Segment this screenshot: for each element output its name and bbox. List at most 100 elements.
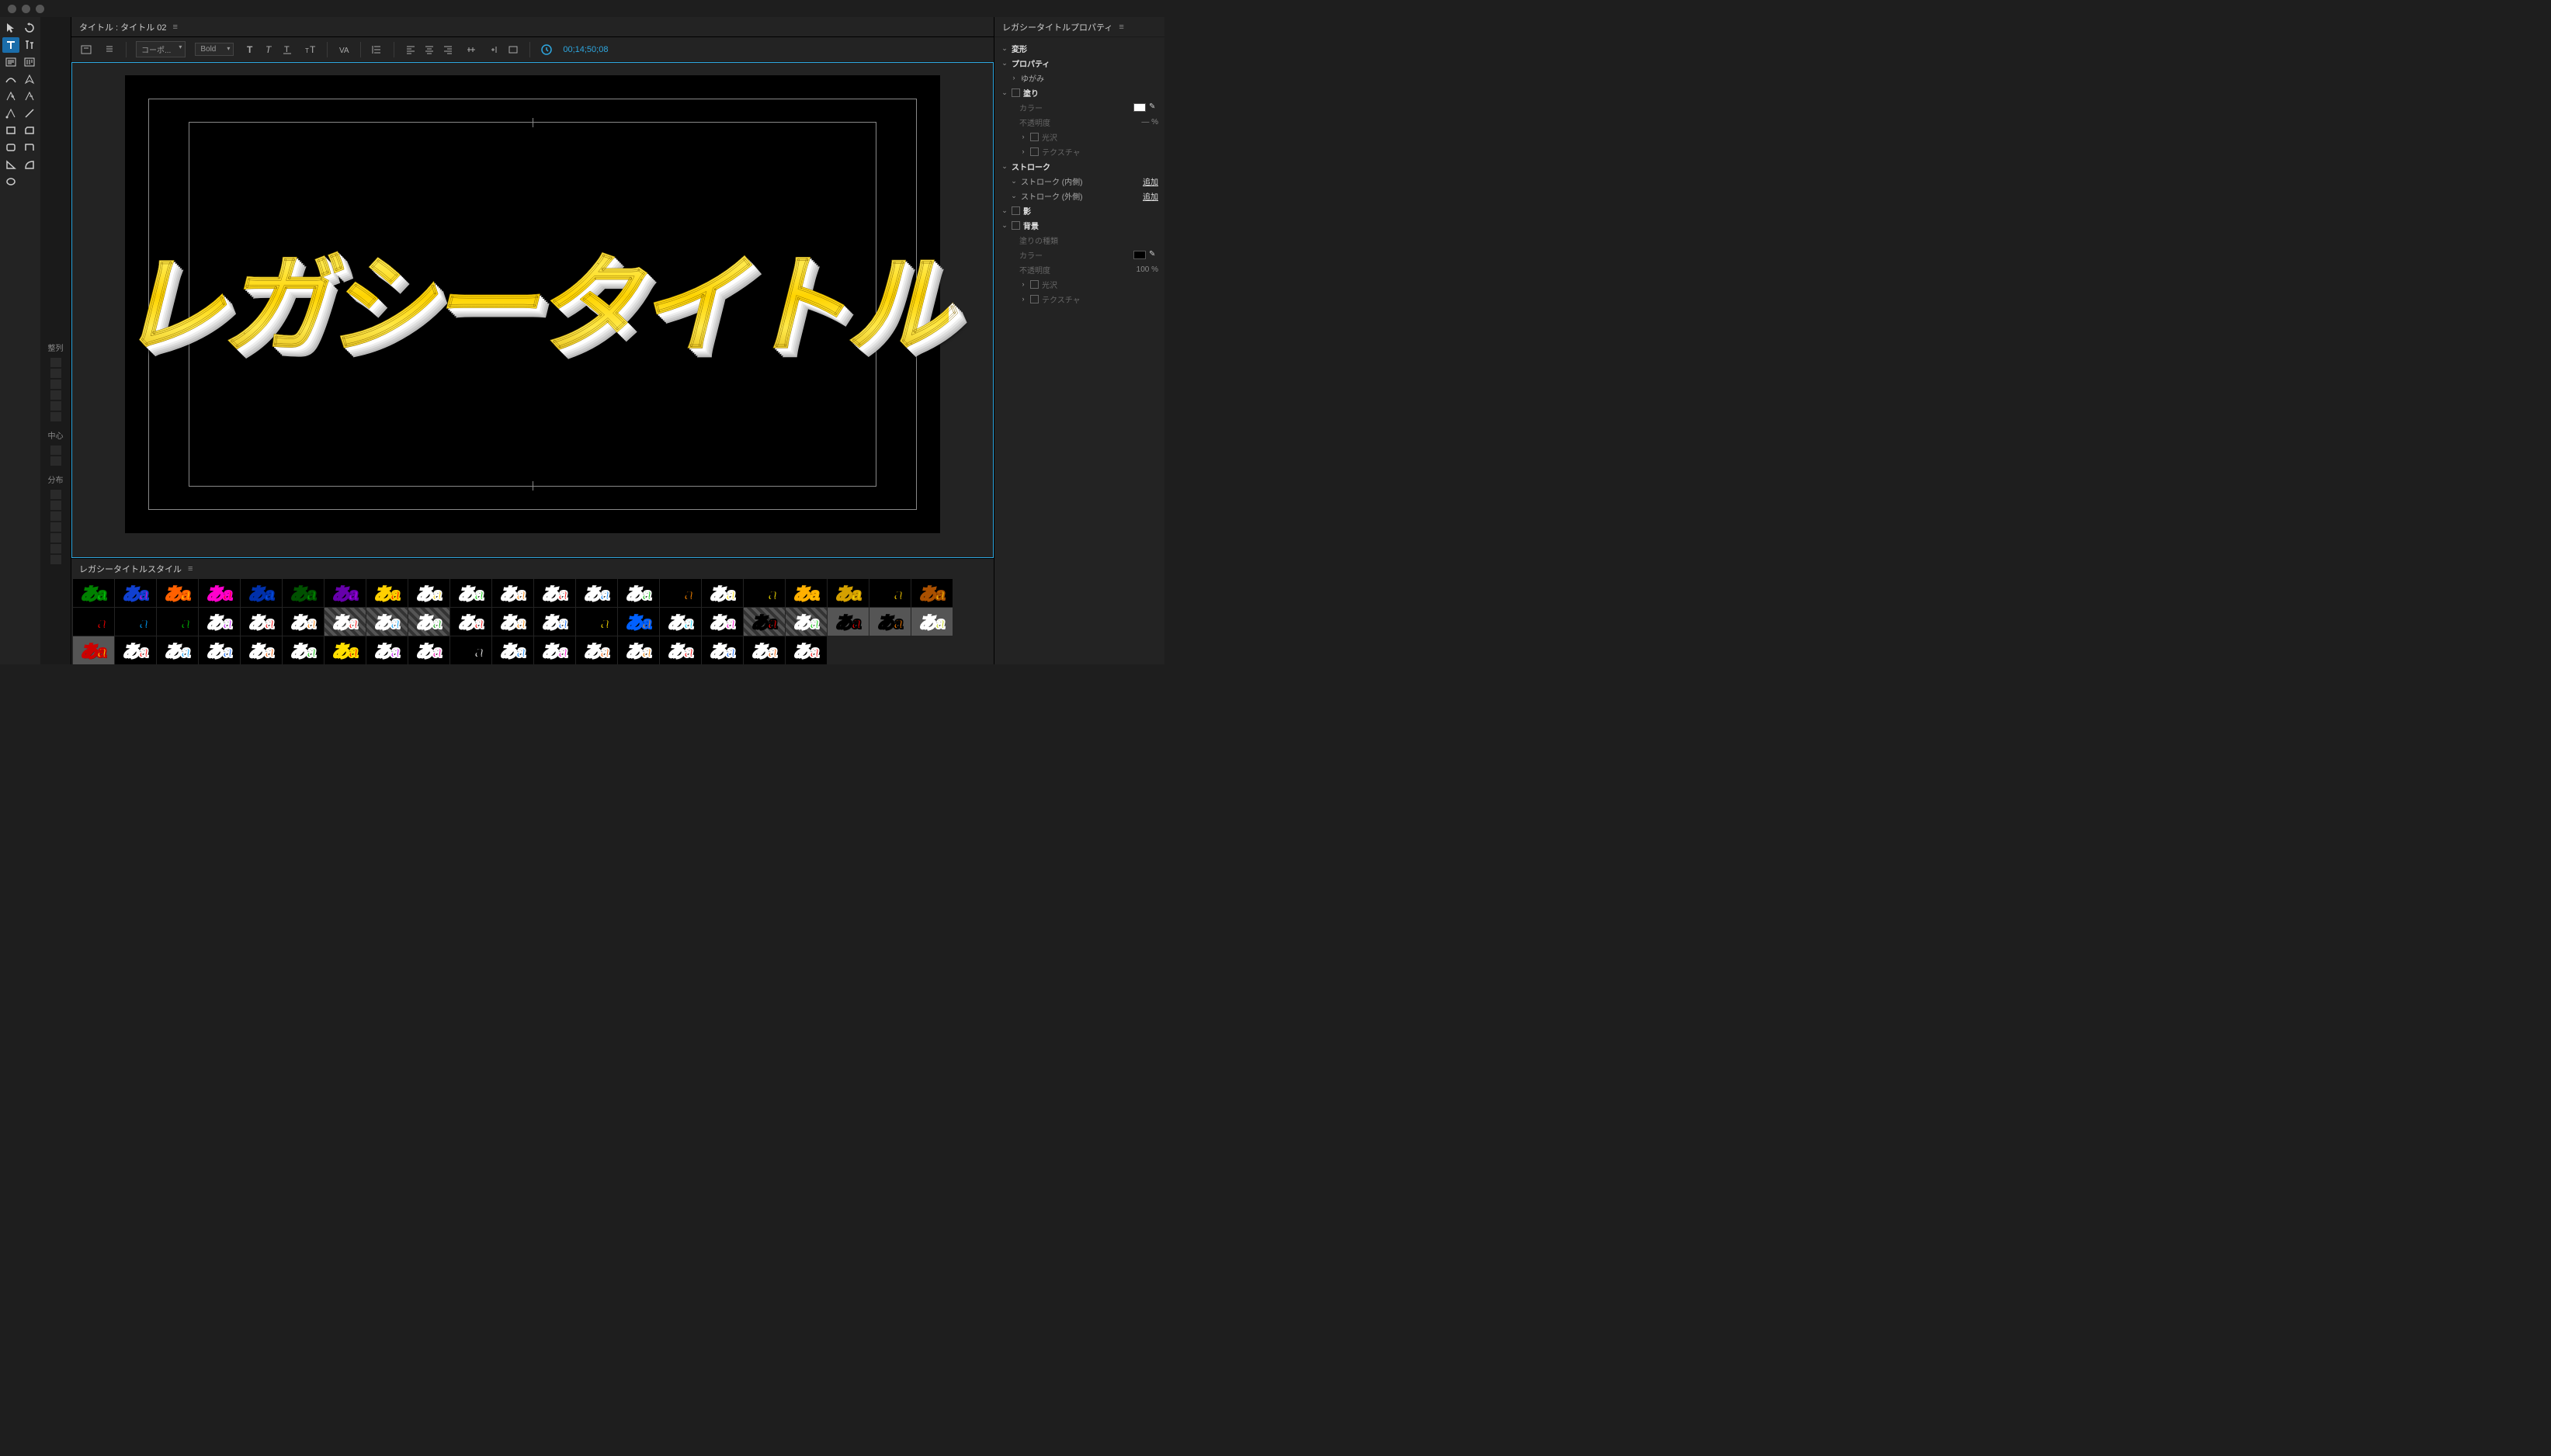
style-swatch[interactable]: あa: [534, 636, 575, 664]
style-swatch[interactable]: あa: [702, 608, 743, 636]
font-family-dropdown[interactable]: コーポ...: [136, 41, 186, 57]
style-swatch[interactable]: あa: [199, 579, 240, 607]
tab-stops-icon[interactable]: [464, 43, 478, 57]
texture-row[interactable]: テクスチャ: [1042, 146, 1158, 158]
twisty-icon[interactable]: ⌄: [1001, 162, 1008, 171]
twisty-icon[interactable]: ›: [1019, 147, 1027, 155]
style-swatch[interactable]: あa: [702, 636, 743, 664]
panel-menu-icon[interactable]: ≡: [172, 23, 177, 32]
show-video-icon[interactable]: [488, 43, 502, 57]
style-swatch[interactable]: あa: [534, 579, 575, 607]
dist-btn-1[interactable]: [50, 490, 61, 499]
vertical-type-tool[interactable]: [21, 37, 38, 53]
show-bg-icon[interactable]: [506, 43, 520, 57]
sheen-row[interactable]: 光沢: [1042, 131, 1158, 143]
bg-texture-row[interactable]: テクスチャ: [1042, 293, 1158, 305]
style-swatch[interactable]: あa: [786, 636, 827, 664]
close-dot[interactable]: [8, 5, 16, 13]
style-swatch[interactable]: あa: [911, 608, 953, 636]
path-type-tool[interactable]: [2, 71, 19, 87]
style-swatch[interactable]: あa: [157, 608, 198, 636]
bg-sheen-checkbox[interactable]: [1030, 280, 1039, 289]
style-swatch[interactable]: あa: [492, 608, 533, 636]
shadow-checkbox[interactable]: [1012, 206, 1020, 215]
texture-checkbox[interactable]: [1030, 147, 1039, 156]
style-swatch[interactable]: あa: [283, 579, 324, 607]
align-btn-4[interactable]: [50, 390, 61, 400]
add-outer-stroke[interactable]: 追加: [1143, 190, 1158, 202]
style-swatch[interactable]: あa: [73, 608, 114, 636]
timecode[interactable]: 00;14;50;08: [563, 45, 608, 54]
twisty-icon[interactable]: ›: [1019, 295, 1027, 303]
pen-tool[interactable]: [21, 71, 38, 87]
fill-color-swatch[interactable]: [1133, 103, 1146, 112]
stroke-inner-row[interactable]: ストローク (内側): [1021, 175, 1140, 187]
rounded-rectangle-tool[interactable]: [2, 140, 19, 155]
style-swatch[interactable]: あa: [450, 579, 491, 607]
styles-menu-icon[interactable]: ≡: [188, 564, 193, 574]
bg-texture-checkbox[interactable]: [1030, 295, 1039, 303]
title-tab[interactable]: タイトル : タイトル 02 ≡: [71, 17, 994, 37]
template-icon[interactable]: [79, 43, 93, 57]
style-swatch[interactable]: あa: [366, 636, 408, 664]
style-swatch[interactable]: あa: [534, 608, 575, 636]
style-swatch[interactable]: あa: [744, 579, 785, 607]
delete-anchor-tool[interactable]: [21, 88, 38, 104]
type-tool[interactable]: [2, 37, 19, 53]
arc-tool[interactable]: [21, 157, 38, 172]
style-swatch[interactable]: あa: [660, 579, 701, 607]
canvas[interactable]: レガシータイトル レガシータイトル レガシータイトル レガシータイトル: [125, 75, 940, 533]
style-swatch[interactable]: あa: [325, 636, 366, 664]
style-swatch[interactable]: あa: [408, 636, 449, 664]
dist-btn-3[interactable]: [50, 511, 61, 521]
style-swatch[interactable]: あa: [618, 608, 659, 636]
style-swatch[interactable]: あa: [492, 579, 533, 607]
kerning-icon[interactable]: VA: [337, 43, 351, 57]
underline-icon[interactable]: T: [280, 43, 294, 57]
style-swatch[interactable]: あa: [408, 608, 449, 636]
distort-row[interactable]: ゆがみ: [1021, 72, 1158, 84]
style-swatch[interactable]: あa: [618, 579, 659, 607]
ellipse-tool[interactable]: [2, 174, 19, 189]
italic-icon[interactable]: T: [262, 43, 276, 57]
style-swatch[interactable]: あa: [283, 636, 324, 664]
vertical-area-type-tool[interactable]: [21, 54, 38, 70]
add-inner-stroke[interactable]: 追加: [1143, 175, 1158, 187]
eyedropper-icon[interactable]: ✎: [1149, 102, 1158, 112]
clipped-rectangle-tool[interactable]: [21, 123, 38, 138]
style-swatch[interactable]: あa: [283, 608, 324, 636]
fill-checkbox[interactable]: [1012, 88, 1020, 97]
area-type-tool[interactable]: [2, 54, 19, 70]
style-swatch[interactable]: あa: [73, 636, 114, 664]
align-btn-1[interactable]: [50, 358, 61, 367]
style-swatch[interactable]: あa: [702, 579, 743, 607]
twisty-icon[interactable]: ⌄: [1001, 44, 1008, 53]
style-swatch[interactable]: あa: [576, 608, 617, 636]
twisty-icon[interactable]: ›: [1019, 133, 1027, 140]
background-section[interactable]: 背景: [1023, 220, 1158, 231]
style-swatch[interactable]: あa: [241, 608, 282, 636]
shadow-section[interactable]: 影: [1023, 205, 1158, 217]
line-tool[interactable]: [21, 106, 38, 121]
style-swatch[interactable]: あa: [241, 579, 282, 607]
style-swatch[interactable]: あa: [157, 636, 198, 664]
background-checkbox[interactable]: [1012, 221, 1020, 230]
twisty-icon[interactable]: ⌄: [1001, 221, 1008, 230]
style-swatch[interactable]: あa: [828, 579, 869, 607]
rotate-tool[interactable]: [21, 20, 38, 36]
twisty-icon[interactable]: ⌄: [1010, 192, 1018, 200]
dist-btn-2[interactable]: [50, 501, 61, 510]
style-swatch[interactable]: あa: [576, 579, 617, 607]
style-swatch[interactable]: あa: [325, 579, 366, 607]
align-btn-3[interactable]: [50, 380, 61, 389]
props-menu-icon[interactable]: ≡: [1119, 23, 1123, 32]
rectangle-tool[interactable]: [2, 123, 19, 138]
style-swatch[interactable]: あa: [828, 608, 869, 636]
center-btn-1[interactable]: [50, 445, 61, 455]
clock-icon[interactable]: [540, 43, 554, 57]
twisty-icon[interactable]: ⌄: [1010, 177, 1018, 185]
eyedropper-icon[interactable]: ✎: [1149, 250, 1158, 259]
transform-section[interactable]: 変形: [1012, 43, 1158, 54]
twisty-icon[interactable]: ›: [1019, 280, 1027, 288]
opacity-value[interactable]: — %: [1141, 118, 1158, 127]
